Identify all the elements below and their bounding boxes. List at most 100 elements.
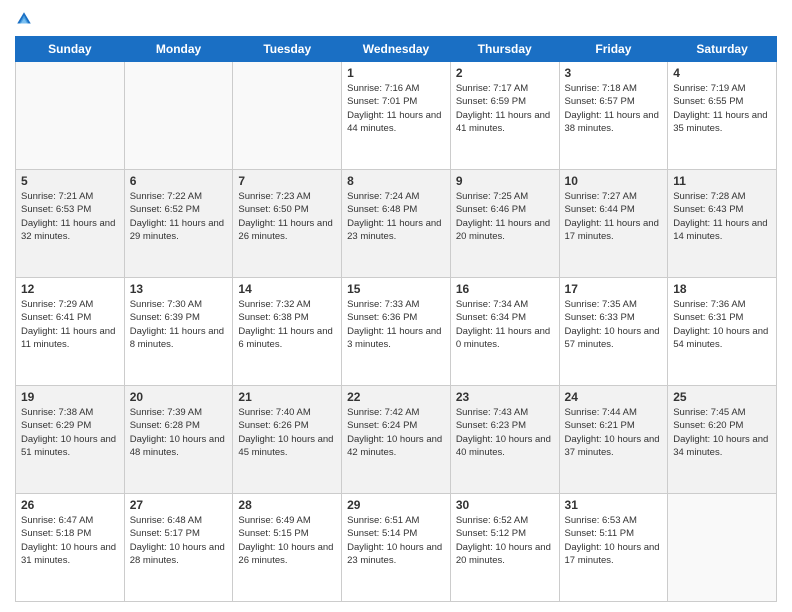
calendar-table: SundayMondayTuesdayWednesdayThursdayFrid…: [15, 36, 777, 602]
day-info: Sunrise: 7:28 AM Sunset: 6:43 PM Dayligh…: [673, 190, 771, 243]
calendar-week-row: 19 Sunrise: 7:38 AM Sunset: 6:29 PM Dayli…: [16, 386, 777, 494]
calendar-day-cell: 26Sunrise: 6:47 AM Sunset: 5:18 PM Dayli…: [16, 494, 125, 602]
day-number: 15: [347, 282, 445, 296]
calendar-day-cell: 1Sunrise: 7:16 AM Sunset: 7:01 PM Daylig…: [342, 62, 451, 170]
calendar-header-cell: Tuesday: [233, 37, 342, 62]
day-number: 31: [565, 498, 663, 512]
day-info: Sunrise: 7:36 AM Sunset: 6:31 PM Dayligh…: [673, 298, 771, 351]
calendar-day-cell: 5 Sunrise: 7:21 AM Sunset: 6:53 PM Daylig…: [16, 170, 125, 278]
calendar-day-cell: 25 Sunrise: 7:45 AM Sunset: 6:20 PM Dayli…: [668, 386, 777, 494]
day-number: 30: [456, 498, 554, 512]
day-info: Sunrise: 7:42 AM Sunset: 6:24 PM Dayligh…: [347, 406, 445, 459]
calendar-day-cell: 28Sunrise: 6:49 AM Sunset: 5:15 PM Dayli…: [233, 494, 342, 602]
day-info: Sunrise: 7:44 AM Sunset: 6:21 PM Dayligh…: [565, 406, 663, 459]
calendar-day-cell: 2Sunrise: 7:17 AM Sunset: 6:59 PM Daylig…: [450, 62, 559, 170]
day-number: 5: [21, 174, 119, 188]
calendar-day-cell: 21 Sunrise: 7:40 AM Sunset: 6:26 PM Dayli…: [233, 386, 342, 494]
day-number: 11: [673, 174, 771, 188]
calendar-week-row: 26Sunrise: 6:47 AM Sunset: 5:18 PM Dayli…: [16, 494, 777, 602]
day-info: Sunrise: 7:39 AM Sunset: 6:28 PM Dayligh…: [130, 406, 228, 459]
day-number: 17: [565, 282, 663, 296]
calendar-header-row: SundayMondayTuesdayWednesdayThursdayFrid…: [16, 37, 777, 62]
day-info: Sunrise: 7:34 AM Sunset: 6:34 PM Dayligh…: [456, 298, 554, 351]
day-info: Sunrise: 7:38 AM Sunset: 6:29 PM Dayligh…: [21, 406, 119, 459]
day-info: Sunrise: 7:35 AM Sunset: 6:33 PM Dayligh…: [565, 298, 663, 351]
calendar-header-cell: Monday: [124, 37, 233, 62]
day-number: 4: [673, 66, 771, 80]
calendar-day-cell: 19 Sunrise: 7:38 AM Sunset: 6:29 PM Dayli…: [16, 386, 125, 494]
calendar-week-row: 1Sunrise: 7:16 AM Sunset: 7:01 PM Daylig…: [16, 62, 777, 170]
day-number: 2: [456, 66, 554, 80]
day-info: Sunrise: 7:19 AM Sunset: 6:55 PM Dayligh…: [673, 82, 771, 135]
day-number: 8: [347, 174, 445, 188]
calendar-day-cell: 15 Sunrise: 7:33 AM Sunset: 6:36 PM Dayli…: [342, 278, 451, 386]
day-number: 23: [456, 390, 554, 404]
calendar-day-cell: 27 Sunrise: 6:48 AM Sunset: 5:17 PM Dayli…: [124, 494, 233, 602]
calendar-day-cell: 10 Sunrise: 7:27 AM Sunset: 6:44 PM Dayli…: [559, 170, 668, 278]
day-info: Sunrise: 7:30 AM Sunset: 6:39 PM Dayligh…: [130, 298, 228, 351]
calendar-day-cell: [233, 62, 342, 170]
day-number: 1: [347, 66, 445, 80]
day-info: Sunrise: 7:29 AM Sunset: 6:41 PM Dayligh…: [21, 298, 119, 351]
day-number: 28: [238, 498, 336, 512]
day-info: Sunrise: 7:21 AM Sunset: 6:53 PM Dayligh…: [21, 190, 119, 243]
calendar-week-row: 5 Sunrise: 7:21 AM Sunset: 6:53 PM Daylig…: [16, 170, 777, 278]
calendar-day-cell: [124, 62, 233, 170]
calendar-header-cell: Wednesday: [342, 37, 451, 62]
day-number: 22: [347, 390, 445, 404]
day-number: 13: [130, 282, 228, 296]
calendar-day-cell: 30Sunrise: 6:52 AM Sunset: 5:12 PM Dayli…: [450, 494, 559, 602]
day-number: 14: [238, 282, 336, 296]
day-number: 27: [130, 498, 228, 512]
calendar-week-row: 12 Sunrise: 7:29 AM Sunset: 6:41 PM Dayli…: [16, 278, 777, 386]
calendar-day-cell: 31 Sunrise: 6:53 AM Sunset: 5:11 PM Dayli…: [559, 494, 668, 602]
day-info: Sunrise: 7:23 AM Sunset: 6:50 PM Dayligh…: [238, 190, 336, 243]
calendar-day-cell: 7 Sunrise: 7:23 AM Sunset: 6:50 PM Daylig…: [233, 170, 342, 278]
calendar-day-cell: [668, 494, 777, 602]
day-info: Sunrise: 7:32 AM Sunset: 6:38 PM Dayligh…: [238, 298, 336, 351]
calendar-day-cell: 14 Sunrise: 7:32 AM Sunset: 6:38 PM Dayli…: [233, 278, 342, 386]
day-info: Sunrise: 7:40 AM Sunset: 6:26 PM Dayligh…: [238, 406, 336, 459]
day-number: 20: [130, 390, 228, 404]
calendar-day-cell: 11 Sunrise: 7:28 AM Sunset: 6:43 PM Dayli…: [668, 170, 777, 278]
calendar-day-cell: 12 Sunrise: 7:29 AM Sunset: 6:41 PM Dayli…: [16, 278, 125, 386]
calendar-day-cell: 29 Sunrise: 6:51 AM Sunset: 5:14 PM Dayli…: [342, 494, 451, 602]
day-info: Sunrise: 7:25 AM Sunset: 6:46 PM Dayligh…: [456, 190, 554, 243]
calendar-day-cell: 16Sunrise: 7:34 AM Sunset: 6:34 PM Dayli…: [450, 278, 559, 386]
day-info: Sunrise: 6:48 AM Sunset: 5:17 PM Dayligh…: [130, 514, 228, 567]
calendar-day-cell: 6 Sunrise: 7:22 AM Sunset: 6:52 PM Daylig…: [124, 170, 233, 278]
page: SundayMondayTuesdayWednesdayThursdayFrid…: [0, 0, 792, 612]
day-number: 18: [673, 282, 771, 296]
day-info: Sunrise: 7:45 AM Sunset: 6:20 PM Dayligh…: [673, 406, 771, 459]
day-number: 7: [238, 174, 336, 188]
calendar-day-cell: 17 Sunrise: 7:35 AM Sunset: 6:33 PM Dayli…: [559, 278, 668, 386]
calendar-day-cell: 4 Sunrise: 7:19 AM Sunset: 6:55 PM Daylig…: [668, 62, 777, 170]
logo: [15, 10, 35, 28]
calendar-header-cell: Sunday: [16, 37, 125, 62]
day-info: Sunrise: 6:47 AM Sunset: 5:18 PM Dayligh…: [21, 514, 119, 567]
calendar-day-cell: 22 Sunrise: 7:42 AM Sunset: 6:24 PM Dayli…: [342, 386, 451, 494]
day-number: 21: [238, 390, 336, 404]
day-number: 25: [673, 390, 771, 404]
day-number: 19: [21, 390, 119, 404]
calendar-day-cell: 8Sunrise: 7:24 AM Sunset: 6:48 PM Daylig…: [342, 170, 451, 278]
calendar-day-cell: 24 Sunrise: 7:44 AM Sunset: 6:21 PM Dayli…: [559, 386, 668, 494]
day-info: Sunrise: 7:27 AM Sunset: 6:44 PM Dayligh…: [565, 190, 663, 243]
calendar-body: 1Sunrise: 7:16 AM Sunset: 7:01 PM Daylig…: [16, 62, 777, 602]
day-number: 29: [347, 498, 445, 512]
calendar-day-cell: 23Sunrise: 7:43 AM Sunset: 6:23 PM Dayli…: [450, 386, 559, 494]
logo-icon: [15, 10, 33, 28]
day-info: Sunrise: 7:33 AM Sunset: 6:36 PM Dayligh…: [347, 298, 445, 351]
day-number: 6: [130, 174, 228, 188]
day-number: 10: [565, 174, 663, 188]
day-info: Sunrise: 6:51 AM Sunset: 5:14 PM Dayligh…: [347, 514, 445, 567]
day-number: 12: [21, 282, 119, 296]
day-info: Sunrise: 7:22 AM Sunset: 6:52 PM Dayligh…: [130, 190, 228, 243]
day-number: 3: [565, 66, 663, 80]
day-info: Sunrise: 6:53 AM Sunset: 5:11 PM Dayligh…: [565, 514, 663, 567]
calendar-header-cell: Thursday: [450, 37, 559, 62]
header: [15, 10, 777, 28]
day-number: 24: [565, 390, 663, 404]
calendar-day-cell: 13 Sunrise: 7:30 AM Sunset: 6:39 PM Dayli…: [124, 278, 233, 386]
calendar-header-cell: Saturday: [668, 37, 777, 62]
